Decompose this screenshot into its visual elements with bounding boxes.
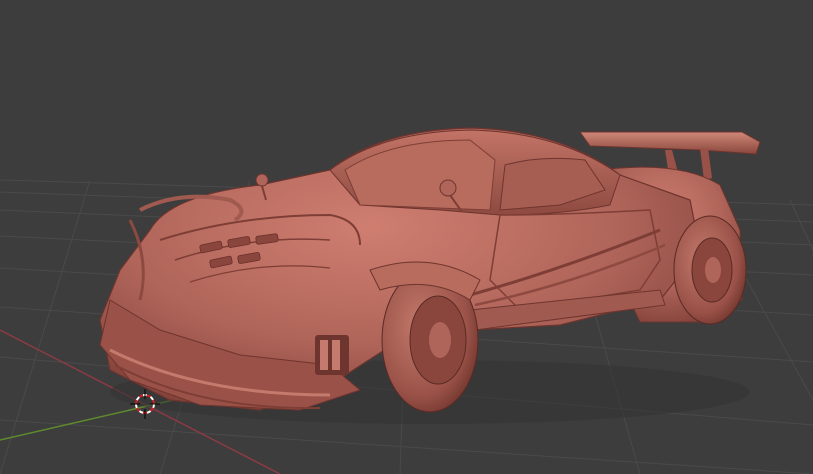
rear-wheel xyxy=(673,215,747,325)
viewport-canvas[interactable] xyxy=(0,0,813,474)
front-light-cluster xyxy=(315,335,349,375)
3d-viewport[interactable] xyxy=(0,0,813,474)
sculpted-car-model[interactable] xyxy=(99,127,761,424)
